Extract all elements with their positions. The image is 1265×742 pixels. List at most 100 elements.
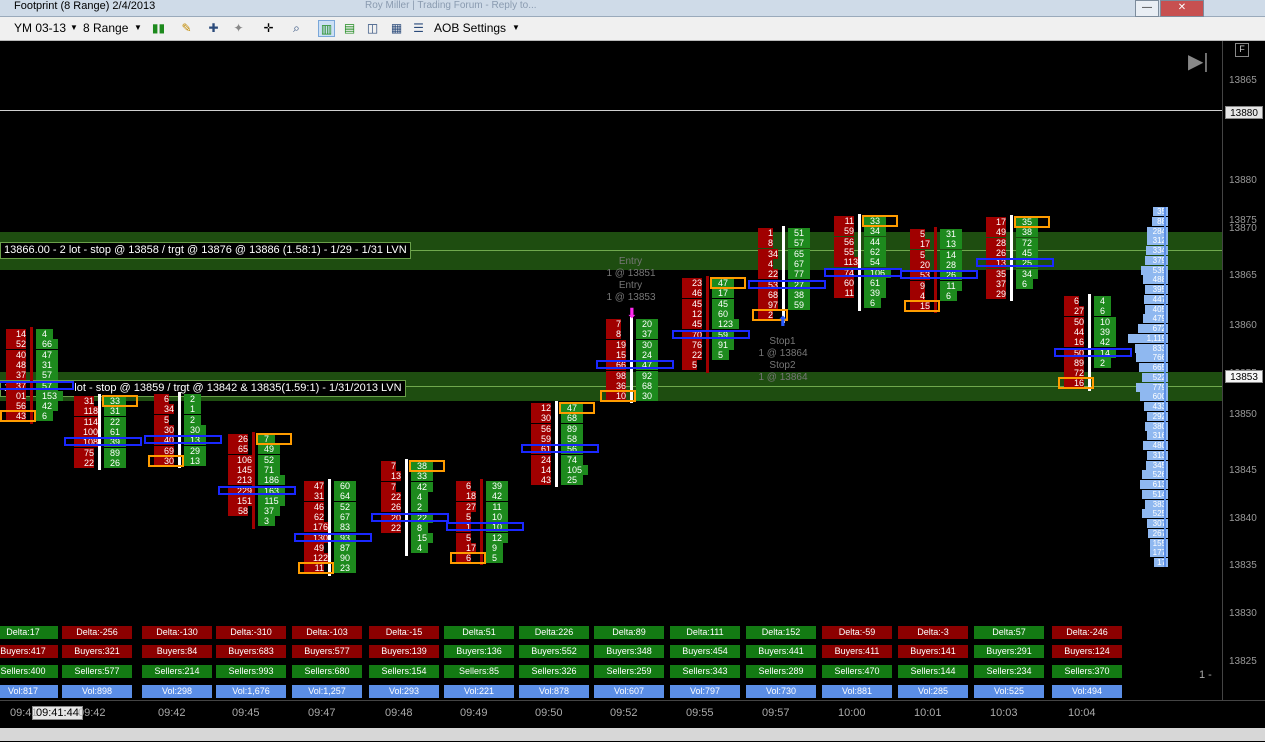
price-tick-label: 13840 [1229,513,1257,524]
ask-volume-cell: 89 [104,447,126,458]
buyers-stat-cell: Buyers:577 [292,645,362,658]
ask-volume-cell: 28 [940,259,962,270]
ask-volume-cell: 9 [486,542,503,553]
bid-volume-cell: 22 [74,457,94,468]
pencil-icon[interactable]: ✎ [178,20,195,37]
imbalance-highlight-box [409,460,445,472]
vol-stat-cell: Vol:221 [444,685,514,698]
sellers-stat-cell: Sellers:85 [444,665,514,678]
horizontal-scrollbar[interactable] [0,728,1265,741]
buyers-stat-cell: Buyers:441 [746,645,816,658]
bid-volume-cell: 58 [228,506,248,517]
price-axis[interactable]: F 13865138801387513870138651386013855138… [1222,41,1265,700]
stop-arrow-icon: ⬆ [777,313,789,329]
f-button[interactable]: F [1235,43,1249,57]
ask-volume-cell: 44 [864,236,886,247]
time-tick-label: 10:03 [990,707,1018,719]
bid-volume-cell: 30 [531,413,551,424]
bar-type-icon[interactable]: ▥ [318,20,335,37]
ask-volume-cell: 30 [184,424,206,435]
bid-volume-cell: 30 [154,424,174,435]
ask-volume-cell: 186 [258,475,285,486]
ask-volume-cell: 39 [864,288,886,299]
ask-volume-cell: 37 [258,506,280,517]
bid-volume-cell: 26 [986,247,1006,258]
bid-volume-cell: 5 [682,360,697,371]
bid-volume-cell: 12 [531,403,551,413]
candlestick-icon[interactable]: ▮▮ [150,20,167,37]
vol-stat-cell: Vol:817 [0,685,58,698]
period-selector[interactable]: 8 Range [83,20,128,36]
vol-stat-cell: Vol:607 [594,685,664,698]
ask-volume-cell: 24 [636,349,658,360]
bid-volume-cell: 50 [1064,316,1084,327]
ask-volume-cell: 6 [940,290,957,301]
bid-volume-cell: 22 [381,522,401,533]
bid-volume-cell: 114 [74,416,98,427]
zoom-icon[interactable]: ⌕ [288,20,305,37]
cursor-add-icon[interactable]: ✚ [205,20,222,37]
ask-volume-cell: 42 [411,481,433,492]
footprint-chart-panel[interactable]: ▶| 13866.00 - 2 lot - stop @ 13858 / trgt… [0,41,1222,700]
bar-wick [98,394,101,471]
data-box-icon[interactable]: ☰ [410,20,427,37]
aob-settings-dropdown-icon[interactable]: ▼ [512,20,520,36]
bid-volume-cell: 62 [304,511,324,522]
instrument-dropdown-icon[interactable]: ▼ [70,20,78,36]
period-dropdown-icon[interactable]: ▼ [134,20,142,36]
imbalance-highlight-box [862,215,898,227]
bid-volume-cell: 19 [606,339,626,350]
buyers-stat-cell: Buyers:124 [1052,645,1122,658]
properties-icon[interactable]: ▦ [388,20,405,37]
close-button[interactable]: ✕ [1160,0,1204,17]
stop-price-1: 1 @ 13864 [758,348,808,359]
price-tick-label: 13865 [1229,75,1257,86]
instrument-selector[interactable]: YM 03-13 [14,20,66,36]
crosshair-icon[interactable]: ✛ [260,20,277,37]
ask-volume-cell: 10 [486,511,508,522]
ask-volume-cell: 22 [104,416,126,427]
ask-volume-cell: 74 [561,454,583,465]
ask-volume-cell: 92 [636,370,658,381]
reference-price-tag: 13880 [1225,106,1263,119]
price-tick-label: 13880 [1229,175,1257,186]
bid-volume-cell: 5 [154,414,169,425]
price-tick-label: 13870 [1229,223,1257,234]
price-tick-label: 13830 [1229,608,1257,619]
vol-stat-cell: Vol:1,257 [292,685,362,698]
indicators-icon[interactable]: ▤ [341,20,358,37]
ask-volume-cell: 38 [1016,227,1038,238]
bid-volume-cell: 5 [910,229,925,239]
ask-volume-cell: 47 [36,349,58,360]
sellers-stat-cell: Sellers:154 [369,665,439,678]
bid-volume-cell: 8 [606,329,621,340]
vol-stat-cell: Vol:525 [974,685,1044,698]
bar-wick [1088,294,1091,391]
ask-volume-cell: 10 [1094,316,1116,327]
volume-profile-bar: 833 [1134,343,1168,353]
aob-settings-button[interactable]: AOB Settings [434,20,506,36]
bid-volume-cell: 27 [456,501,476,512]
buyers-stat-cell: Buyers:348 [594,645,664,658]
pin-icon[interactable]: ✦ [230,20,247,37]
entry-price-2: 1 @ 13853 [606,292,656,303]
delta-stat-cell: Delta:-15 [369,626,439,639]
price-tick-label: 13825 [1229,656,1257,667]
poc-highlight-box [371,512,449,522]
price-tick-label: 13845 [1229,465,1257,476]
ask-volume-cell: 61 [104,426,126,437]
vol-stat-cell: Vol:797 [670,685,740,698]
bid-volume-cell: 28 [986,237,1006,248]
vol-stat-cell: Vol:878 [519,685,589,698]
ask-volume-cell: 61 [864,277,886,288]
bar-wick [782,226,785,323]
ask-volume-cell: 6 [1016,278,1033,289]
vol-stat-cell: Vol:898 [62,685,132,698]
ask-volume-cell: 4 [1094,296,1111,306]
minimize-button[interactable]: — [1135,0,1159,17]
delta-stat-cell: Delta:-103 [292,626,362,639]
time-tick-label: 09:57 [762,707,790,719]
skip-to-end-icon[interactable]: ▶| [1188,49,1209,74]
stop-label-1: Stop1 [769,336,796,347]
strategy-icon[interactable]: ◫ [364,20,381,37]
